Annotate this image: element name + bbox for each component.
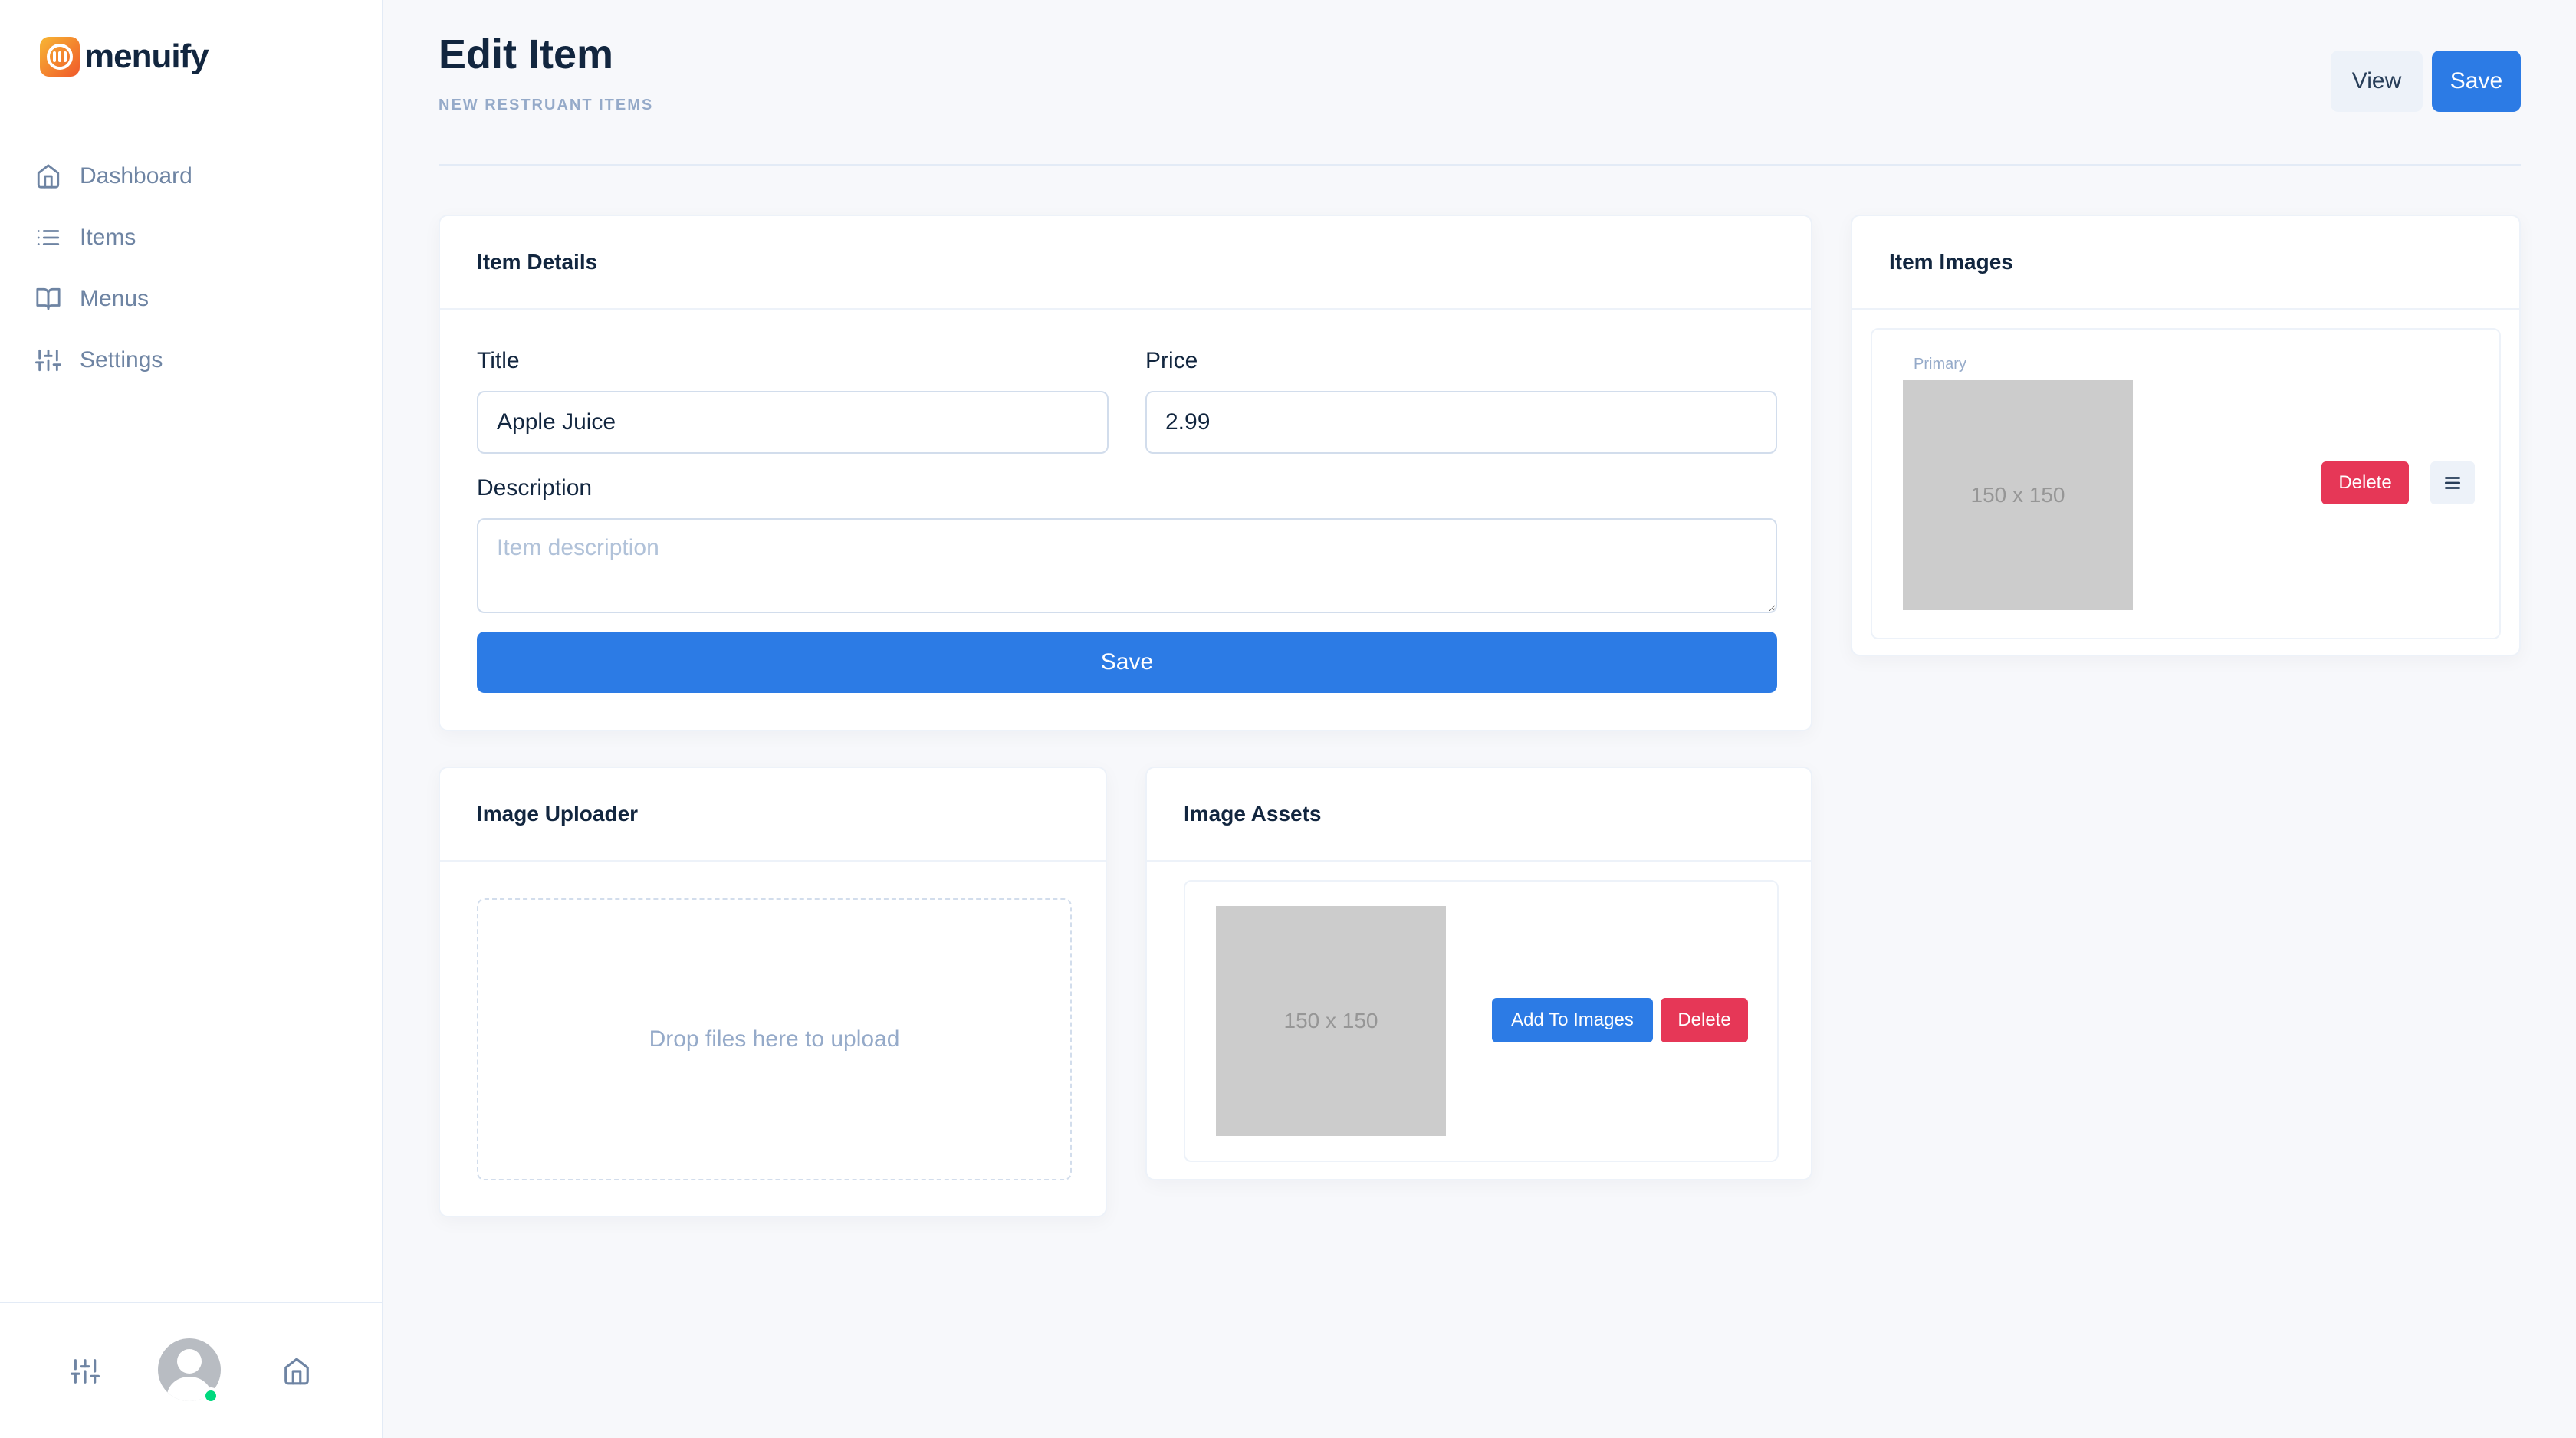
delete-asset-button[interactable]: Delete bbox=[1661, 998, 1748, 1042]
sidebar-item-label: Settings bbox=[80, 347, 163, 373]
card-title: Image Uploader bbox=[477, 802, 639, 826]
page-pretitle: New Restruant Items bbox=[439, 97, 654, 113]
card-header: Item Details bbox=[440, 216, 1811, 310]
price-label: Price bbox=[1145, 348, 1198, 373]
item-details-card: Item Details Title Price Description Sav… bbox=[439, 215, 1812, 731]
title-label: Title bbox=[477, 348, 520, 373]
drag-handle-button[interactable] bbox=[2430, 461, 2475, 504]
sidebar-nav: Dashboard Items Menus Settings bbox=[35, 146, 192, 391]
delete-image-button[interactable]: Delete bbox=[2321, 461, 2409, 504]
dropzone-text: Drop files here to upload bbox=[649, 1026, 900, 1052]
home-icon[interactable] bbox=[282, 1357, 311, 1386]
image-placeholder-text: 150 x 150 bbox=[1283, 1009, 1378, 1033]
item-images-card: Item Images Primary 150 x 150 Delete bbox=[1851, 215, 2521, 656]
image-assets-card: Image Assets 150 x 150 Add To Images Del… bbox=[1145, 767, 1812, 1180]
asset-image: 150 x 150 bbox=[1216, 906, 1446, 1136]
sliders-icon bbox=[35, 349, 61, 372]
primary-image-item: Primary 150 x 150 Delete bbox=[1871, 328, 2501, 639]
brand-name: menuify bbox=[84, 38, 209, 75]
card-title: Item Images bbox=[1889, 250, 2013, 274]
sidebar-item-label: Menus bbox=[80, 286, 150, 311]
price-input[interactable] bbox=[1145, 391, 1777, 454]
card-title: Image Assets bbox=[1184, 802, 1322, 826]
header-divider bbox=[439, 164, 2521, 166]
online-status-badge bbox=[202, 1387, 219, 1404]
card-header: Image Uploader bbox=[440, 768, 1106, 862]
sidebar-footer bbox=[0, 1302, 382, 1438]
sidebar-item-dashboard[interactable]: Dashboard bbox=[35, 146, 192, 207]
view-button[interactable]: View bbox=[2331, 51, 2423, 112]
sidebar-item-label: Dashboard bbox=[80, 163, 192, 189]
description-textarea[interactable] bbox=[477, 518, 1777, 613]
card-header: Item Images bbox=[1852, 216, 2519, 310]
list-icon bbox=[37, 230, 60, 245]
card-header: Image Assets bbox=[1147, 768, 1811, 862]
image-uploader-card: Image Uploader Drop files here to upload bbox=[439, 767, 1107, 1217]
primary-label: Primary bbox=[1914, 356, 1967, 373]
page-title: Edit Item bbox=[439, 31, 614, 77]
sidebar-item-items[interactable]: Items bbox=[35, 207, 192, 268]
sidebar-item-settings[interactable]: Settings bbox=[35, 330, 192, 391]
primary-image: 150 x 150 bbox=[1903, 380, 2133, 610]
save-item-button[interactable]: Save bbox=[477, 632, 1777, 693]
brand[interactable]: menuify bbox=[40, 37, 209, 77]
save-button[interactable]: Save bbox=[2432, 51, 2521, 112]
sidebar-item-label: Items bbox=[80, 225, 136, 250]
book-open-icon bbox=[36, 287, 61, 310]
description-label: Description bbox=[477, 475, 593, 501]
home-icon bbox=[37, 164, 60, 189]
add-to-images-button[interactable]: Add To Images bbox=[1492, 998, 1653, 1042]
image-placeholder-text: 150 x 150 bbox=[1970, 483, 2065, 507]
sliders-icon[interactable] bbox=[71, 1357, 100, 1386]
card-title: Item Details bbox=[477, 250, 598, 274]
sidebar: menuify Dashboard Items Menus Settings bbox=[0, 0, 383, 1438]
upload-dropzone[interactable]: Drop files here to upload bbox=[477, 898, 1072, 1180]
menu-icon bbox=[2444, 477, 2461, 489]
asset-item: 150 x 150 Add To Images Delete bbox=[1184, 880, 1779, 1162]
menuify-logo-icon bbox=[40, 37, 80, 77]
sidebar-item-menus[interactable]: Menus bbox=[35, 268, 192, 330]
title-input[interactable] bbox=[477, 391, 1109, 454]
